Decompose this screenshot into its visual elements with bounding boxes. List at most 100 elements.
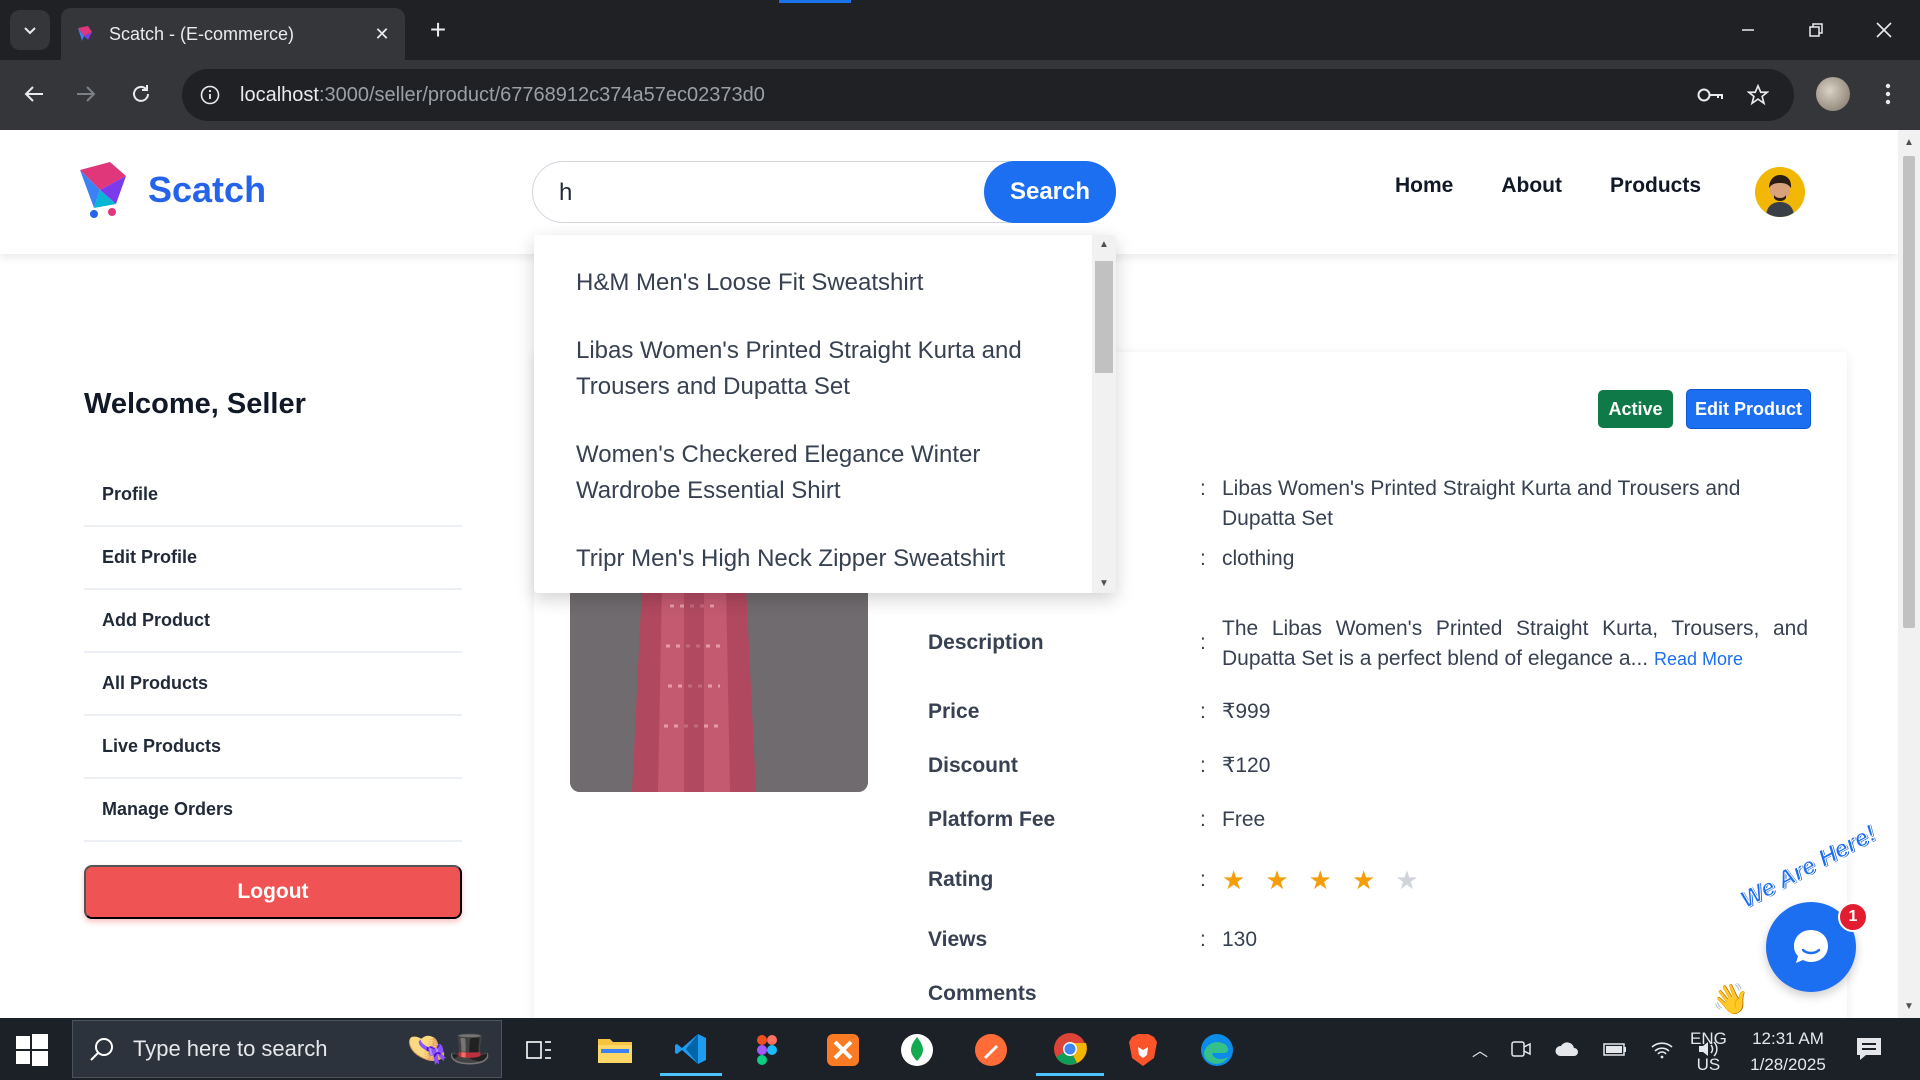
close-window-button[interactable] xyxy=(1850,0,1918,60)
suggestion-item[interactable]: Women's Checkered Elegance Winter Wardro… xyxy=(534,427,1090,519)
scroll-down-arrow-icon[interactable]: ▼ xyxy=(1092,578,1116,589)
nav-about[interactable]: About xyxy=(1501,174,1562,198)
user-avatar[interactable] xyxy=(1755,167,1805,217)
browser-profile-avatar[interactable] xyxy=(1816,77,1850,111)
sidebar-item-all-products[interactable]: All Products xyxy=(84,653,462,716)
password-key-icon[interactable] xyxy=(1690,75,1730,115)
minimize-button[interactable] xyxy=(1714,0,1782,60)
comments-label: Comments xyxy=(928,982,1037,1005)
taskbar-edge[interactable] xyxy=(1186,1024,1248,1076)
region-code: US xyxy=(1696,1055,1721,1074)
taskbar-xampp[interactable] xyxy=(812,1024,874,1076)
tab-close-icon[interactable]: ✕ xyxy=(367,19,397,49)
windows-start-icon[interactable] xyxy=(14,1032,50,1068)
seller-sidebar: Profile Edit Profile Add Product All Pro… xyxy=(84,464,462,842)
detail-row-rating: Rating : ★ ★ ★ ★ ★ xyxy=(928,865,1808,895)
scroll-up-arrow-icon[interactable]: ▲ xyxy=(1092,239,1116,250)
description-value: The Libas Women's Printed Straight Kurta… xyxy=(1222,614,1808,674)
read-more-link[interactable]: Read More xyxy=(1654,649,1743,669)
taskbar-brave[interactable] xyxy=(1112,1024,1174,1076)
detail-row-comments: Comments xyxy=(928,979,1808,1009)
suggestion-item[interactable]: Libas Women's Printed Straight Kurta and… xyxy=(534,323,1090,415)
system-tray: ︿ xyxy=(1472,1018,1720,1080)
folder-icon xyxy=(598,1039,632,1063)
price-label: Price xyxy=(928,700,980,723)
status-badge: Active xyxy=(1598,390,1673,428)
waving-hand-icon: 👋 xyxy=(1712,983,1750,1016)
sidebar-item-profile[interactable]: Profile xyxy=(84,464,462,527)
suggestion-item[interactable]: Tripr Men's High Neck Zipper Sweatshirt xyxy=(534,531,1090,587)
brand-logo[interactable]: Scatch xyxy=(74,160,266,220)
forward-button[interactable] xyxy=(66,74,106,114)
sidebar-item-add-product[interactable]: Add Product xyxy=(84,590,462,653)
meet-now-icon[interactable] xyxy=(1510,1039,1532,1059)
restore-button[interactable] xyxy=(1782,0,1850,60)
notification-center-icon[interactable] xyxy=(1854,1036,1884,1062)
taskbar-mongodb-compass[interactable] xyxy=(886,1024,948,1076)
search-input[interactable] xyxy=(559,176,979,210)
colon: : xyxy=(1200,754,1206,777)
taskbar-search-box[interactable]: Type here to search 👒🎩 xyxy=(72,1020,502,1078)
taskbar-vscode[interactable] xyxy=(660,1024,722,1076)
detail-row-views: Views : 130 xyxy=(928,925,1808,955)
page-scroll-thumb[interactable] xyxy=(1903,156,1915,628)
star-filled-icon: ★ xyxy=(1308,865,1332,895)
bookmark-star-icon[interactable] xyxy=(1738,75,1778,115)
clock-date: 1/28/2025 xyxy=(1750,1055,1826,1074)
xampp-icon xyxy=(827,1034,859,1066)
taskbar-chrome[interactable] xyxy=(1036,1024,1104,1076)
system-clock[interactable]: 12:31 AM 1/28/2025 xyxy=(1744,1026,1832,1078)
suggestion-item[interactable]: H&M Men's Loose Fit Sweatshirt xyxy=(534,255,1090,311)
arrow-left-icon xyxy=(24,86,43,102)
back-button[interactable] xyxy=(14,74,54,114)
colon: : xyxy=(1200,477,1206,500)
edit-product-button[interactable]: Edit Product xyxy=(1686,389,1811,429)
suggestions-scrollbar[interactable]: ▲ ▼ xyxy=(1092,235,1116,593)
nav-home[interactable]: Home xyxy=(1395,174,1453,198)
reload-icon xyxy=(133,85,149,102)
browser-tab-active[interactable]: Scatch - (E-commerce) ✕ xyxy=(61,8,405,60)
main-nav: Home About Products xyxy=(1395,174,1701,198)
show-hidden-icons-chevron-icon[interactable]: ︿ xyxy=(1472,1037,1488,1061)
chat-bubble-icon xyxy=(1794,930,1828,963)
name-value: Libas Women's Printed Straight Kurta and… xyxy=(1222,477,1741,530)
logout-button[interactable]: Logout xyxy=(84,865,462,919)
battery-icon[interactable] xyxy=(1602,1040,1628,1058)
taskbar-file-explorer[interactable] xyxy=(584,1024,646,1076)
detail-row-discount: Discount : ₹120 xyxy=(928,751,1808,781)
chat-unread-badge: 1 xyxy=(1838,902,1868,932)
browser-toolbar: localhost:3000/seller/product/67768912c3… xyxy=(0,60,1920,130)
new-tab-button[interactable]: + xyxy=(420,12,456,48)
colon: : xyxy=(1200,547,1206,570)
site-info-icon[interactable] xyxy=(188,73,232,117)
suggestions-scroll-thumb[interactable] xyxy=(1095,261,1113,373)
tab-search-button[interactable] xyxy=(10,10,50,50)
search-button[interactable]: Search xyxy=(984,161,1116,223)
reload-button[interactable] xyxy=(121,74,161,114)
figma-icon xyxy=(757,1035,777,1065)
windows-taskbar: Type here to search 👒🎩 ︿ ENG US 12:31 AM… xyxy=(0,1018,1920,1080)
description-label: Description xyxy=(928,631,1044,654)
taskbar-postman[interactable] xyxy=(960,1024,1022,1076)
browser-menu-button[interactable] xyxy=(1868,74,1908,114)
task-view-button[interactable] xyxy=(508,1024,570,1076)
sidebar-item-edit-profile[interactable]: Edit Profile xyxy=(84,527,462,590)
scroll-up-icon[interactable]: ▲ xyxy=(1898,132,1920,152)
welcome-heading: Welcome, Seller xyxy=(84,388,306,420)
scroll-down-icon[interactable]: ▼ xyxy=(1898,996,1920,1016)
onedrive-cloud-icon[interactable] xyxy=(1554,1040,1580,1058)
taskbar-figma[interactable] xyxy=(736,1024,798,1076)
vscode-icon xyxy=(675,1033,706,1064)
sidebar-item-live-products[interactable]: Live Products xyxy=(84,716,462,779)
nav-products[interactable]: Products xyxy=(1610,174,1701,198)
address-bar[interactable]: localhost:3000/seller/product/67768912c3… xyxy=(182,69,1794,121)
page-scrollbar[interactable]: ▲ ▼ xyxy=(1898,130,1920,1018)
tab-loading-indicator xyxy=(779,0,851,3)
product-photo xyxy=(570,586,868,792)
wifi-icon[interactable] xyxy=(1650,1039,1674,1059)
input-language[interactable]: ENG US xyxy=(1690,1026,1727,1078)
more-vertical-icon xyxy=(1885,83,1891,105)
sidebar-item-manage-orders[interactable]: Manage Orders xyxy=(84,779,462,842)
colon: : xyxy=(1200,631,1206,654)
search-highlight-icon: 👒🎩 xyxy=(406,1030,491,1068)
